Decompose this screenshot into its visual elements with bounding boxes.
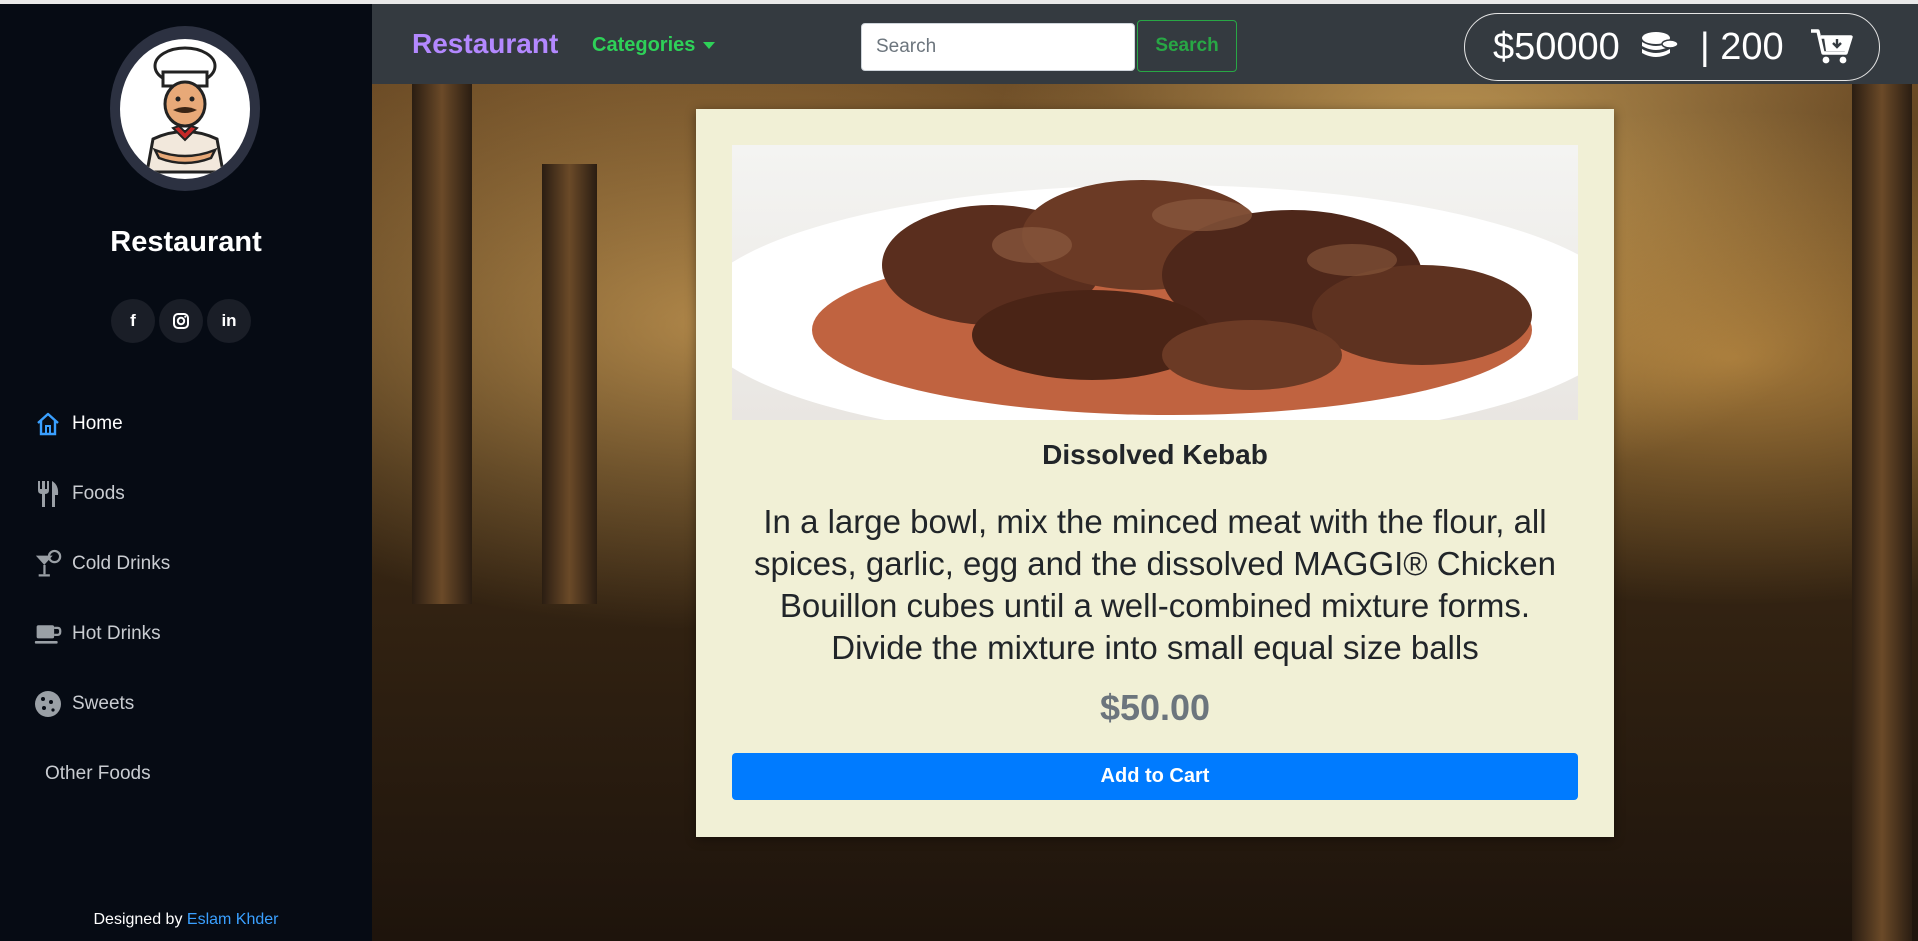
coffee-cup-icon [34,619,62,649]
coins-icon [1640,30,1680,64]
food-image [732,145,1578,420]
sidebar-item-home[interactable]: Home [34,389,170,459]
instagram-icon[interactable] [159,299,203,343]
wallet-cart-summary: $50000 | 200 [1464,13,1880,81]
social-links: f in [111,299,251,343]
food-price: $50.00 [1099,687,1211,728]
sidebar-item-label: Cold Drinks [72,553,171,574]
food-description: In a large bowl, mix the minced meat wit… [753,503,1557,666]
background-pillar [542,164,597,604]
sidebar-item-label: Foods [72,483,125,504]
sidebar-item-label: Home [72,413,123,434]
navbar-brand[interactable]: Restaurant [412,28,558,60]
sidebar-item-label: Other Foods [45,763,151,784]
categories-label: Categories [592,34,696,56]
cocktail-icon [34,549,62,579]
credit-prefix: Designed by [93,911,187,928]
cookie-icon [34,689,62,719]
designer-credit: Designed by Eslam Khder [0,911,372,929]
food-card: Dissolved Kebab In a large bowl, mix the… [696,109,1614,837]
sidebar: Restaurant f in Home Foods Cold Drinks H… [0,4,372,941]
search-input[interactable] [861,23,1135,71]
sidebar-item-cold-drinks[interactable]: Cold Drinks [34,529,170,599]
sidebar-item-sweets[interactable]: Sweets [34,669,170,739]
author-link[interactable]: Eslam Khder [187,911,279,928]
sidebar-brand: Restaurant [110,226,262,258]
cart-count: | 200 [1699,25,1784,68]
avatar-frame [110,26,260,191]
chef-logo [120,38,250,179]
sidebar-item-hot-drinks[interactable]: Hot Drinks [34,599,170,669]
sidebar-item-label: Sweets [72,693,135,714]
sidebar-item-other-foods[interactable]: Other Foods [34,739,170,809]
food-title: Dissolved Kebab [1042,439,1268,470]
background-pillar [412,84,472,604]
home-icon [34,409,62,439]
search-button[interactable]: Search [1137,20,1237,72]
sidebar-item-label: Hot Drinks [72,623,161,644]
linkedin-icon[interactable]: in [207,299,251,343]
cart-icon[interactable] [1810,28,1854,66]
balance-value: $50000 [1493,25,1620,68]
top-navbar: Restaurant Categories Search $50000 | 20… [372,4,1918,84]
sidebar-nav: Home Foods Cold Drinks Hot Drinks Sweets [34,389,170,809]
facebook-icon[interactable]: f [111,299,155,343]
sidebar-item-foods[interactable]: Foods [34,459,170,529]
add-to-cart-button[interactable]: Add to Cart [732,753,1578,800]
caret-down-icon [703,42,716,50]
main-content: Dissolved Kebab In a large bowl, mix the… [372,84,1918,941]
utensils-icon [34,479,62,509]
categories-dropdown[interactable]: Categories [592,34,716,57]
background-pillar [1852,84,1912,941]
